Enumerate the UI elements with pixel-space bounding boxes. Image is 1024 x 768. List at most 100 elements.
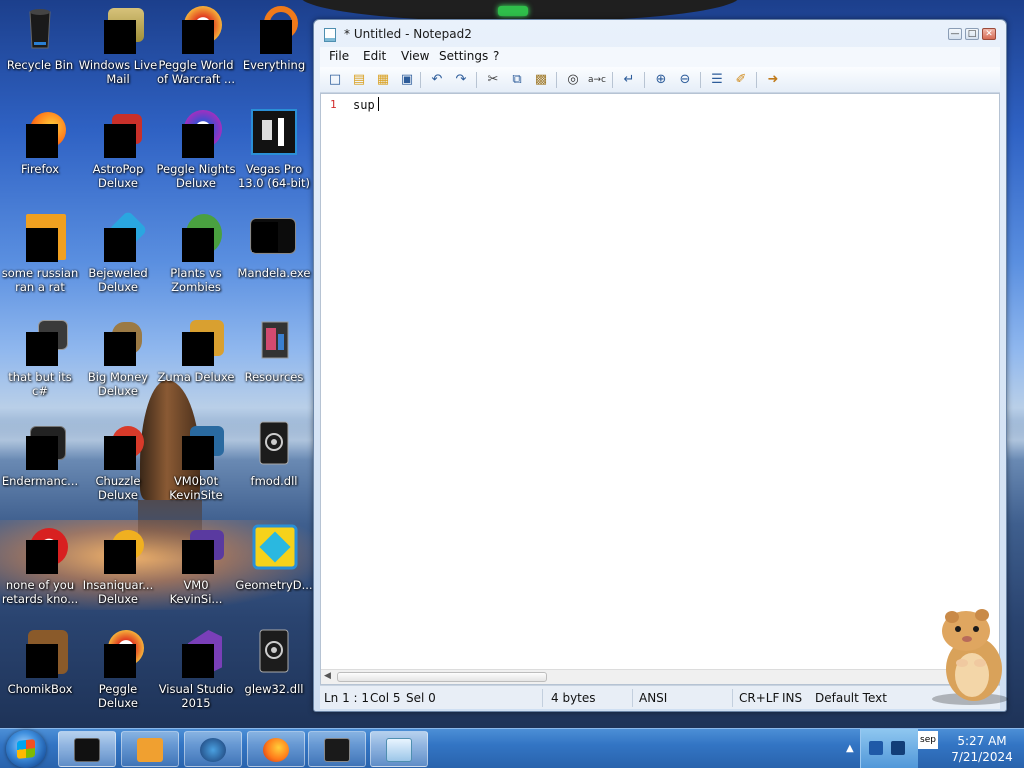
hamster-mascot[interactable]	[922, 603, 1010, 707]
icon-label: Vegas Pro 13.0 (64-bit)	[237, 162, 311, 190]
desktop-icon-resources[interactable]: Resources	[234, 316, 314, 384]
scrollbar-thumb[interactable]	[337, 672, 547, 682]
icon-label: Visual Studio 2015	[158, 682, 234, 710]
desktop-icon-vm0-kevinsite[interactable]: VM0 KevinSi...	[156, 524, 236, 606]
network-icon[interactable]	[891, 741, 905, 755]
desktop-icon-fmod[interactable]: fmod.dll	[234, 420, 314, 488]
editor-content[interactable]: sup	[353, 97, 379, 112]
toolbar-separator	[612, 72, 613, 88]
icon-label: Chuzzle Deluxe	[95, 474, 141, 502]
security-icon[interactable]	[869, 741, 883, 755]
icon-label: Everything	[242, 58, 306, 72]
find-icon[interactable]: ◎	[564, 71, 582, 89]
search-icon	[248, 4, 300, 54]
menu-file[interactable]: File	[326, 49, 352, 63]
close-button[interactable]: ✕	[982, 28, 996, 40]
desktop-icon-peggle-deluxe[interactable]: Peggle Deluxe	[78, 628, 158, 710]
save-icon[interactable]: ▣	[398, 71, 416, 89]
taskbar-item-notepad2[interactable]	[370, 731, 428, 767]
title-bar[interactable]: * Untitled - Notepad2 — □ ✕	[314, 20, 1006, 48]
clock[interactable]: 5:27 AM 7/21/2024	[940, 733, 1024, 765]
customize-icon[interactable]: ✐	[732, 71, 750, 89]
text-editor[interactable]: 1 sup ◀	[320, 93, 1000, 685]
redo-icon[interactable]: ↷	[452, 71, 470, 89]
recycle-bin-icon	[14, 4, 66, 52]
status-encoding[interactable]: ANSI	[639, 691, 667, 705]
icon-label: VM0b0t KevinSite	[169, 474, 223, 502]
taskbar-item-media-player[interactable]	[121, 731, 179, 767]
maximize-button[interactable]: □	[965, 28, 979, 40]
icon-label: Zuma Deluxe	[157, 370, 235, 384]
menu-view[interactable]: View	[398, 49, 432, 63]
desktop-icon-bejeweled[interactable]: Bejeweled Deluxe	[78, 210, 158, 294]
desktop-icon-big-money[interactable]: Big Money Deluxe	[78, 316, 158, 398]
desktop-icon-none-of-you[interactable]: none of you retards kno...	[0, 524, 80, 606]
copy-icon[interactable]: ⧉	[508, 71, 526, 89]
scroll-left-icon[interactable]: ◀	[324, 671, 331, 681]
desktop-icon-geometry-dash[interactable]: GeometryD...	[234, 524, 314, 592]
toolbar-separator	[476, 72, 477, 88]
desktop-icon-visual-studio[interactable]: Visual Studio 2015	[156, 628, 236, 710]
status-scheme[interactable]: Default Text	[815, 691, 887, 705]
replace-icon[interactable]: a→c	[588, 71, 606, 89]
taskbar-item-firefox[interactable]	[247, 731, 305, 767]
peggle-icon	[170, 108, 222, 158]
zoom-in-icon[interactable]: ⊕	[652, 71, 670, 89]
word-wrap-icon[interactable]: ↵	[620, 71, 638, 89]
menu-help[interactable]: ?	[490, 49, 502, 63]
desktop-icon-mandela[interactable]: Mandela.exe	[234, 212, 314, 280]
minimize-button[interactable]: —	[948, 28, 962, 40]
desktop-icon-plants-vs-zombies[interactable]: Plants vs Zombies	[156, 212, 236, 294]
app-icon	[14, 524, 68, 574]
tray-note[interactable]: sep	[918, 731, 938, 749]
windows-logo-icon	[17, 739, 35, 759]
terminal-icon	[74, 738, 100, 762]
desktop-icon-chuzzle[interactable]: Chuzzle Deluxe	[78, 420, 158, 502]
horizontal-scrollbar[interactable]: ◀	[321, 669, 999, 684]
desktop-icon-chomikbox[interactable]: ChomikBox	[0, 628, 80, 696]
browse-icon[interactable]: ▦	[374, 71, 392, 89]
taskbar-item-window[interactable]	[308, 731, 366, 767]
desktop-icon-peggle-nights[interactable]: Peggle Nights Deluxe	[156, 108, 236, 190]
folder-icon	[248, 316, 300, 364]
desktop-icon-vegas-pro[interactable]: Vegas Pro 13.0 (64-bit)	[234, 108, 314, 190]
undo-icon[interactable]: ↶	[428, 71, 446, 89]
new-icon[interactable]: □	[326, 71, 344, 89]
taskbar-item-browser[interactable]	[184, 731, 242, 767]
scheme-icon[interactable]: ☰	[708, 71, 726, 89]
desktop-icon-astropop[interactable]: AstroPop Deluxe	[78, 108, 158, 190]
desktop-icon-recycle-bin[interactable]: Recycle Bin	[0, 4, 80, 72]
desktop-icon-some-russian[interactable]: some russian ran a rat	[0, 212, 80, 294]
menu-edit[interactable]: Edit	[360, 49, 389, 63]
visual-studio-icon	[170, 628, 222, 678]
desktop-icon-vm0b0t[interactable]: VM0b0t KevinSite	[156, 420, 236, 502]
status-divider	[632, 689, 633, 707]
desktop-icon-everything[interactable]: Everything	[234, 4, 314, 72]
desktop-icon-zuma[interactable]: Zuma Deluxe	[156, 316, 236, 384]
desktop-icon-firefox[interactable]: Firefox	[0, 108, 80, 176]
show-hidden-icons-icon[interactable]: ▲	[846, 743, 854, 754]
taskbar-item-terminal[interactable]	[58, 731, 116, 767]
open-icon[interactable]: ▤	[350, 71, 368, 89]
exit-icon[interactable]: ➜	[764, 71, 782, 89]
zoom-out-icon[interactable]: ⊖	[676, 71, 694, 89]
notepad-app-icon[interactable]	[324, 28, 336, 42]
toolbar-separator	[556, 72, 557, 88]
window-title: * Untitled - Notepad2	[344, 27, 472, 41]
start-button[interactable]	[6, 730, 46, 768]
desktop-icon-windows-live-mail[interactable]: Windows Live Mail	[78, 4, 158, 86]
desktop-icon-peggle-wow[interactable]: Peggle World of Warcraft ...	[156, 4, 236, 86]
desktop-icon-glew32[interactable]: glew32.dll	[234, 628, 314, 696]
icon-label: Peggle World of Warcraft ...	[157, 58, 235, 86]
paste-icon[interactable]: ▩	[532, 71, 550, 89]
desktop-icon-insaniquarium[interactable]: Insaniquar... Deluxe	[78, 524, 158, 606]
desktop-icon-that-but-its-c[interactable]: that but its c#	[0, 316, 80, 398]
video-icon	[248, 212, 300, 260]
cut-icon[interactable]: ✂	[484, 71, 502, 89]
menu-settings[interactable]: Settings	[436, 49, 491, 63]
notepad-window[interactable]: * Untitled - Notepad2 — □ ✕ File Edit Vi…	[313, 19, 1007, 712]
status-line-ending[interactable]: CR+LF	[739, 691, 779, 705]
peggle-icon	[170, 4, 222, 54]
icon-label: Plants vs Zombies	[170, 266, 222, 294]
desktop-icon-endermanc[interactable]: Endermanc...	[0, 420, 80, 488]
